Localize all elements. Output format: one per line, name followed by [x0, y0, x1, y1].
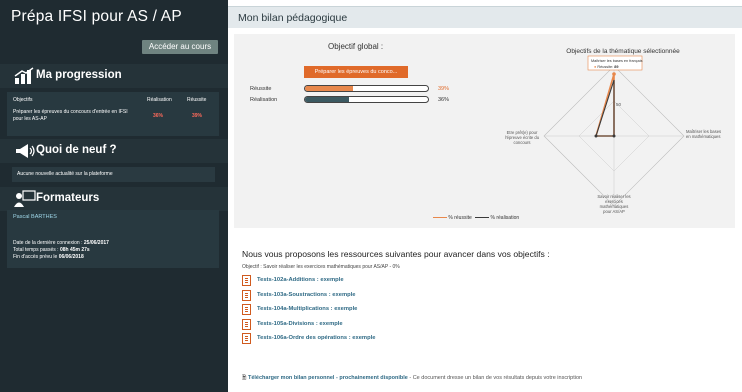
download-description: - Ce document dresse un bilan de vos rés… — [409, 375, 583, 381]
trainers-header: Formateurs — [0, 187, 228, 211]
radar-tooltip-series: ● Réussite: 89 — [594, 65, 618, 69]
trainer-icon — [14, 190, 36, 207]
global-objective-title: Objectif global : — [328, 42, 384, 51]
reussite-bar — [304, 85, 429, 92]
sidebar: Prépa IFSI pour AS / AP Accéder au cours… — [0, 0, 228, 392]
objective-select-button[interactable]: Préparer les épreuves du conco... — [304, 66, 408, 78]
col-objectifs: Objectifs — [13, 97, 33, 103]
radar-point-center[interactable] — [612, 134, 616, 138]
trainer-name[interactable]: Pascal BARTHES — [13, 214, 57, 220]
realisation-percent: 36% — [438, 97, 450, 103]
progression-header: Ma progression — [0, 64, 228, 88]
realisation-bar-fill — [305, 97, 350, 102]
reussite-bar-fill — [305, 86, 353, 91]
legend-realisation-swatch — [475, 216, 490, 219]
radar-series-realisation — [595, 79, 615, 137]
radar-axis-label-concours: Etre prêt(e) pour l'épreuve écrite du conc… — [505, 130, 540, 145]
document-icon — [242, 333, 251, 344]
reussite-percent: 39% — [438, 86, 450, 92]
objective-name[interactable]: Préparer les épreuves du concours d'entr… — [13, 109, 133, 123]
news-heading: Quoi de neuf ? — [36, 144, 117, 156]
course-title: Prépa IFSI pour AS / AP — [11, 8, 182, 25]
recommend-title: Nous vous proposons les ressources suiva… — [242, 249, 550, 259]
trainer-panel: Pascal BARTHES Date de la dernière conne… — [7, 210, 219, 268]
last-login-line: Date de la dernière connexion : 25/06/20… — [13, 240, 109, 246]
page-title: Mon bilan pédagogique — [238, 12, 348, 24]
radar-tooltip-title: Maîtriser les bases en français — [591, 59, 643, 63]
realisation-label: Réalisation — [250, 97, 278, 103]
header-bar: Mon bilan pédagogique — [228, 6, 742, 28]
realisation-bar — [304, 96, 429, 103]
recommend-subtitle: Objectif : Savoir réaliser les exercices… — [242, 264, 400, 270]
radar-tick: 50 — [616, 102, 622, 107]
end-line: Fin d'accès prévu le 06/06/2018 — [13, 254, 84, 260]
col-realisation: Réalisation — [147, 97, 172, 103]
legend-realisation: % réalisation — [490, 215, 520, 221]
progression-heading: Ma progression — [36, 69, 122, 81]
radar-title: Objectifs de la thématique sélectionnée — [566, 48, 680, 55]
realisation-value: 36% — [153, 113, 164, 119]
access-course-button[interactable]: Accéder au cours — [142, 40, 218, 54]
megaphone-icon — [16, 144, 35, 158]
document-icon — [242, 275, 251, 286]
radar-axis-label-exercices: Savoir réaliser les exercices mathématique… — [597, 194, 630, 214]
trainers-heading: Formateurs — [36, 192, 100, 204]
radar-axis-label-maths: Maîtriser les bases en mathématiques — [686, 129, 721, 139]
progression-table: Objectifs Réalisation Réussite Préparer … — [7, 92, 219, 136]
bar-chart-icon — [14, 67, 34, 84]
radar-point-francais[interactable] — [612, 72, 616, 76]
document-icon — [242, 304, 251, 315]
document-icon — [242, 290, 251, 301]
news-header: Quoi de neuf ? — [0, 139, 228, 163]
document-icon — [242, 319, 251, 330]
radar-legend: % réussite % réalisation — [433, 215, 519, 221]
radar-point-concours[interactable] — [594, 134, 598, 138]
news-message: Aucune nouvelle actualité sur la platefo… — [12, 167, 215, 182]
download-line: 🗎 Télécharger mon bilan personnel - proc… — [242, 374, 582, 383]
time-line: Total temps passés : 08h 45m 27s — [13, 247, 90, 253]
reussite-value: 39% — [192, 113, 203, 119]
download-icon: 🗎 — [242, 375, 247, 381]
main-content: Mon bilan pédagogique Objectif global : … — [228, 0, 742, 392]
legend-reussite: % réussite — [448, 215, 472, 221]
legend-reussite-swatch — [433, 216, 447, 219]
radar-chart: Objectifs de la thématique sélectionnée … — [505, 48, 721, 214]
reussite-label: Réussite — [250, 86, 272, 92]
col-reussite: Réussite — [187, 97, 207, 103]
download-report-link[interactable]: Télécharger mon bilan personnel - procha… — [248, 375, 408, 381]
